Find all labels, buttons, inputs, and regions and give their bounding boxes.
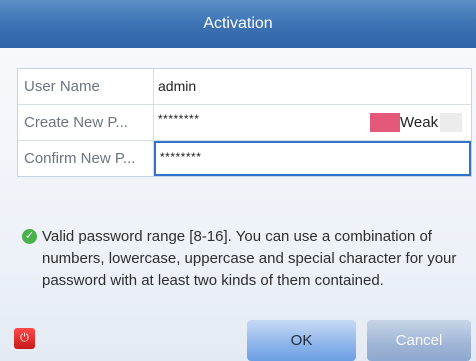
password-strength-bar	[370, 113, 400, 132]
check-circle-icon: ✓	[22, 229, 37, 244]
new-password-label: Create New P...	[24, 114, 128, 131]
row-divider	[153, 105, 154, 140]
confirm-password-value: ********	[160, 150, 202, 164]
new-password-row: Create New P... ******** Weak	[18, 105, 471, 141]
new-password-field[interactable]: ********	[158, 105, 199, 140]
username-label: User Name	[24, 78, 100, 95]
password-hint-text: Valid password range [8-16]. You can use…	[42, 228, 457, 289]
confirm-password-field[interactable]: ********	[154, 141, 471, 176]
dialog-titlebar: Activation	[0, 0, 476, 48]
password-hint: ✓ Valid password range [8-16]. You can u…	[22, 226, 467, 292]
confirm-password-row: Confirm New P... ********	[18, 141, 471, 176]
power-icon[interactable]: ⏻	[14, 328, 35, 349]
confirm-password-label: Confirm New P...	[24, 150, 136, 167]
activation-form: User Name admin Create New P... ********…	[17, 68, 472, 177]
ok-button[interactable]: OK	[247, 320, 356, 361]
username-value: admin	[158, 78, 197, 94]
cancel-button[interactable]: Cancel	[367, 320, 471, 361]
dialog-content: User Name admin Create New P... ********…	[0, 48, 476, 361]
row-divider	[153, 69, 154, 104]
password-strength-track	[440, 113, 462, 132]
dialog-title: Activation	[203, 15, 273, 32]
password-strength-label: Weak	[400, 114, 439, 131]
username-row: User Name admin	[18, 69, 471, 105]
